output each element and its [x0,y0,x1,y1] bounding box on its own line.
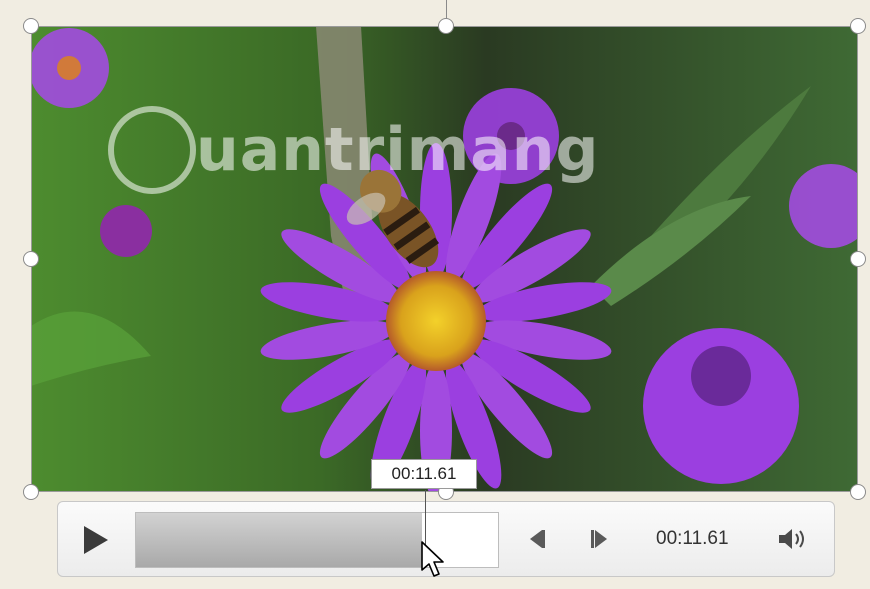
resize-handle-top-right[interactable] [850,18,866,34]
resize-handle-bottom-left[interactable] [23,484,39,500]
watermark-logo-icon [108,106,196,194]
timestamp-tooltip: 00:11.61 [371,459,477,489]
resize-handle-middle-right[interactable] [850,251,866,267]
resize-handle-top-left[interactable] [23,18,39,34]
media-control-bar: 00:11.61 [57,490,835,577]
resize-handle-top-center[interactable] [438,18,454,34]
timeline-progress-fill [136,513,422,567]
mouse-pointer-icon [421,541,444,577]
video-frame[interactable] [31,26,858,492]
watermark-text: uantrimang [196,115,600,185]
video-still [31,26,858,492]
video-editor-stage: uantrimang 00:11.61 00:11.61 [0,0,870,589]
resize-handle-middle-left[interactable] [23,251,39,267]
step-back-icon[interactable] [526,529,548,549]
time-display: 00:11.61 [656,528,729,549]
play-icon[interactable] [80,524,110,556]
speaker-icon[interactable] [776,526,810,552]
step-forward-icon[interactable] [589,529,611,549]
resize-handle-bottom-right[interactable] [850,484,866,500]
